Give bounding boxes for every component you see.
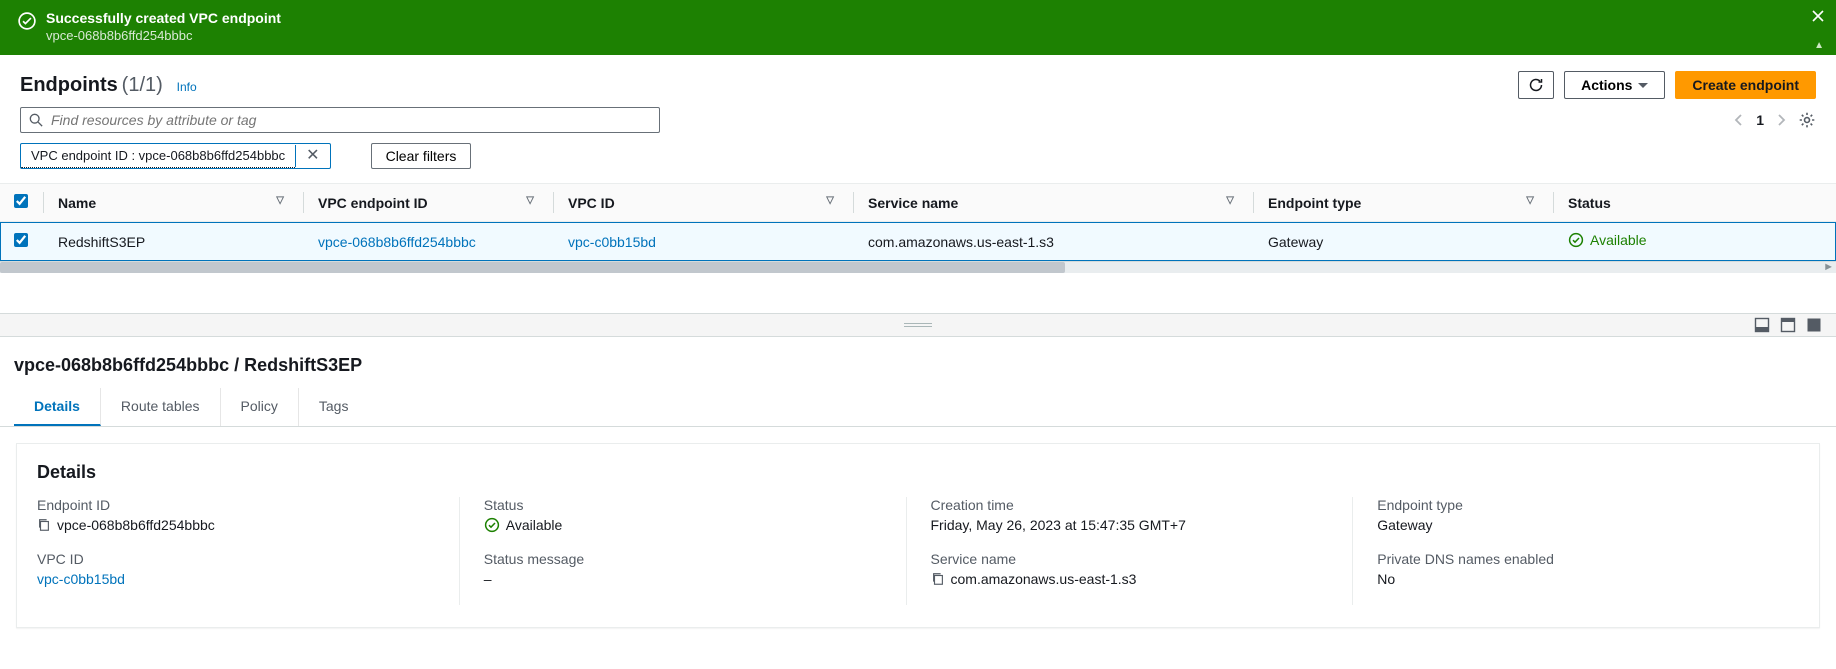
copy-icon[interactable] (37, 518, 51, 532)
sort-icon[interactable]: ▽ (276, 195, 284, 206)
banner-subtitle: vpce-068b8b6ffd254bbbc (46, 28, 281, 43)
banner-collapse-icon[interactable]: ▲ (1814, 40, 1824, 51)
actions-button[interactable]: Actions (1564, 71, 1665, 99)
search-icon (29, 113, 43, 127)
cell-vpce-link[interactable]: vpce-068b8b6ffd254bbbc (318, 234, 476, 250)
splitter-handle-icon (904, 323, 932, 327)
status-badge: Available (1568, 232, 1647, 248)
page-number: 1 (1756, 112, 1764, 128)
col-service: Service name (868, 195, 958, 211)
label-type: Endpoint type (1377, 497, 1775, 513)
filter-chip-label[interactable]: VPC endpoint ID : vpce-068b8b6ffd254bbbc (21, 144, 295, 168)
label-vpc-id: VPC ID (37, 551, 435, 567)
col-type: Endpoint type (1268, 195, 1361, 211)
pane-splitter[interactable] (0, 313, 1836, 337)
actions-label: Actions (1581, 77, 1632, 93)
pane-layout-full-icon[interactable] (1806, 317, 1822, 333)
value-creation: Friday, May 26, 2023 at 15:47:35 GMT+7 (931, 517, 1329, 533)
check-circle-icon (484, 517, 500, 533)
value-service: com.amazonaws.us-east-1.s3 (951, 571, 1137, 587)
filter-chip: VPC endpoint ID : vpce-068b8b6ffd254bbbc… (20, 143, 331, 169)
value-vpc-id-link[interactable]: vpc-c0bb15bd (37, 571, 125, 587)
page-next-icon[interactable] (1776, 113, 1786, 127)
info-link[interactable]: Info (177, 80, 197, 94)
value-endpoint-id: vpce-068b8b6ffd254bbbc (57, 517, 215, 533)
scroll-right-icon[interactable]: ► (1823, 261, 1834, 273)
cell-name: RedshiftS3EP (44, 222, 304, 262)
cell-service: com.amazonaws.us-east-1.s3 (854, 222, 1254, 262)
filter-chip-remove-icon[interactable]: ✕ (295, 145, 329, 167)
settings-gear-icon[interactable] (1798, 111, 1816, 129)
page-count: (1/1) (122, 74, 163, 96)
tab-route-tables[interactable]: Route tables (101, 388, 221, 426)
sort-icon[interactable]: ▽ (1526, 195, 1534, 206)
col-name: Name (58, 195, 96, 211)
detail-breadcrumb: vpce-068b8b6ffd254bbbc / RedshiftS3EP (0, 337, 1836, 382)
value-status-msg: – (484, 571, 882, 587)
success-banner: Successfully created VPC endpoint vpce-0… (0, 0, 1836, 55)
label-endpoint-id: Endpoint ID (37, 497, 435, 513)
label-status: Status (484, 497, 882, 513)
label-creation: Creation time (931, 497, 1329, 513)
horizontal-scrollbar[interactable]: ◄ ► (0, 261, 1836, 273)
col-status: Status (1568, 195, 1611, 211)
label-status-msg: Status message (484, 551, 882, 567)
pane-layout-side-icon[interactable] (1780, 317, 1796, 333)
label-dns: Private DNS names enabled (1377, 551, 1775, 567)
success-check-icon (18, 12, 36, 30)
search-input[interactable] (51, 112, 651, 128)
table-row[interactable]: RedshiftS3EP vpce-068b8b6ffd254bbbc vpc-… (0, 222, 1836, 262)
sort-icon[interactable]: ▽ (1226, 195, 1234, 206)
banner-title: Successfully created VPC endpoint (46, 10, 281, 26)
page-prev-icon[interactable] (1734, 113, 1744, 127)
details-card: Details Endpoint ID vpce-068b8b6ffd254bb… (16, 443, 1820, 628)
col-vpce: VPC endpoint ID (318, 195, 428, 211)
cell-type: Gateway (1254, 222, 1554, 262)
tab-tags[interactable]: Tags (299, 388, 369, 426)
value-status: Available (506, 517, 563, 533)
status-text: Available (1590, 232, 1647, 248)
card-title: Details (17, 444, 1819, 497)
create-endpoint-button[interactable]: Create endpoint (1675, 71, 1816, 99)
select-all-checkbox[interactable] (14, 194, 28, 208)
sort-icon[interactable]: ▽ (826, 195, 834, 206)
row-checkbox[interactable] (14, 233, 28, 247)
banner-close-icon[interactable] (1810, 8, 1826, 24)
tab-policy[interactable]: Policy (221, 388, 299, 426)
copy-icon[interactable] (931, 572, 945, 586)
sort-icon[interactable]: ▽ (526, 195, 534, 206)
scrollbar-thumb[interactable] (0, 262, 1065, 273)
value-dns: No (1377, 571, 1775, 587)
clear-filters-button[interactable]: Clear filters (371, 143, 472, 169)
page-title: Endpoints (20, 74, 118, 96)
chevron-down-icon (1638, 83, 1648, 88)
search-input-wrap[interactable] (20, 107, 660, 133)
refresh-button[interactable] (1518, 71, 1554, 99)
label-service: Service name (931, 551, 1329, 567)
value-type: Gateway (1377, 517, 1775, 533)
pane-layout-bottom-icon[interactable] (1754, 317, 1770, 333)
cell-vpc-link[interactable]: vpc-c0bb15bd (568, 234, 656, 250)
tab-details[interactable]: Details (14, 388, 101, 426)
check-circle-icon (1568, 232, 1584, 248)
col-vpc: VPC ID (568, 195, 615, 211)
